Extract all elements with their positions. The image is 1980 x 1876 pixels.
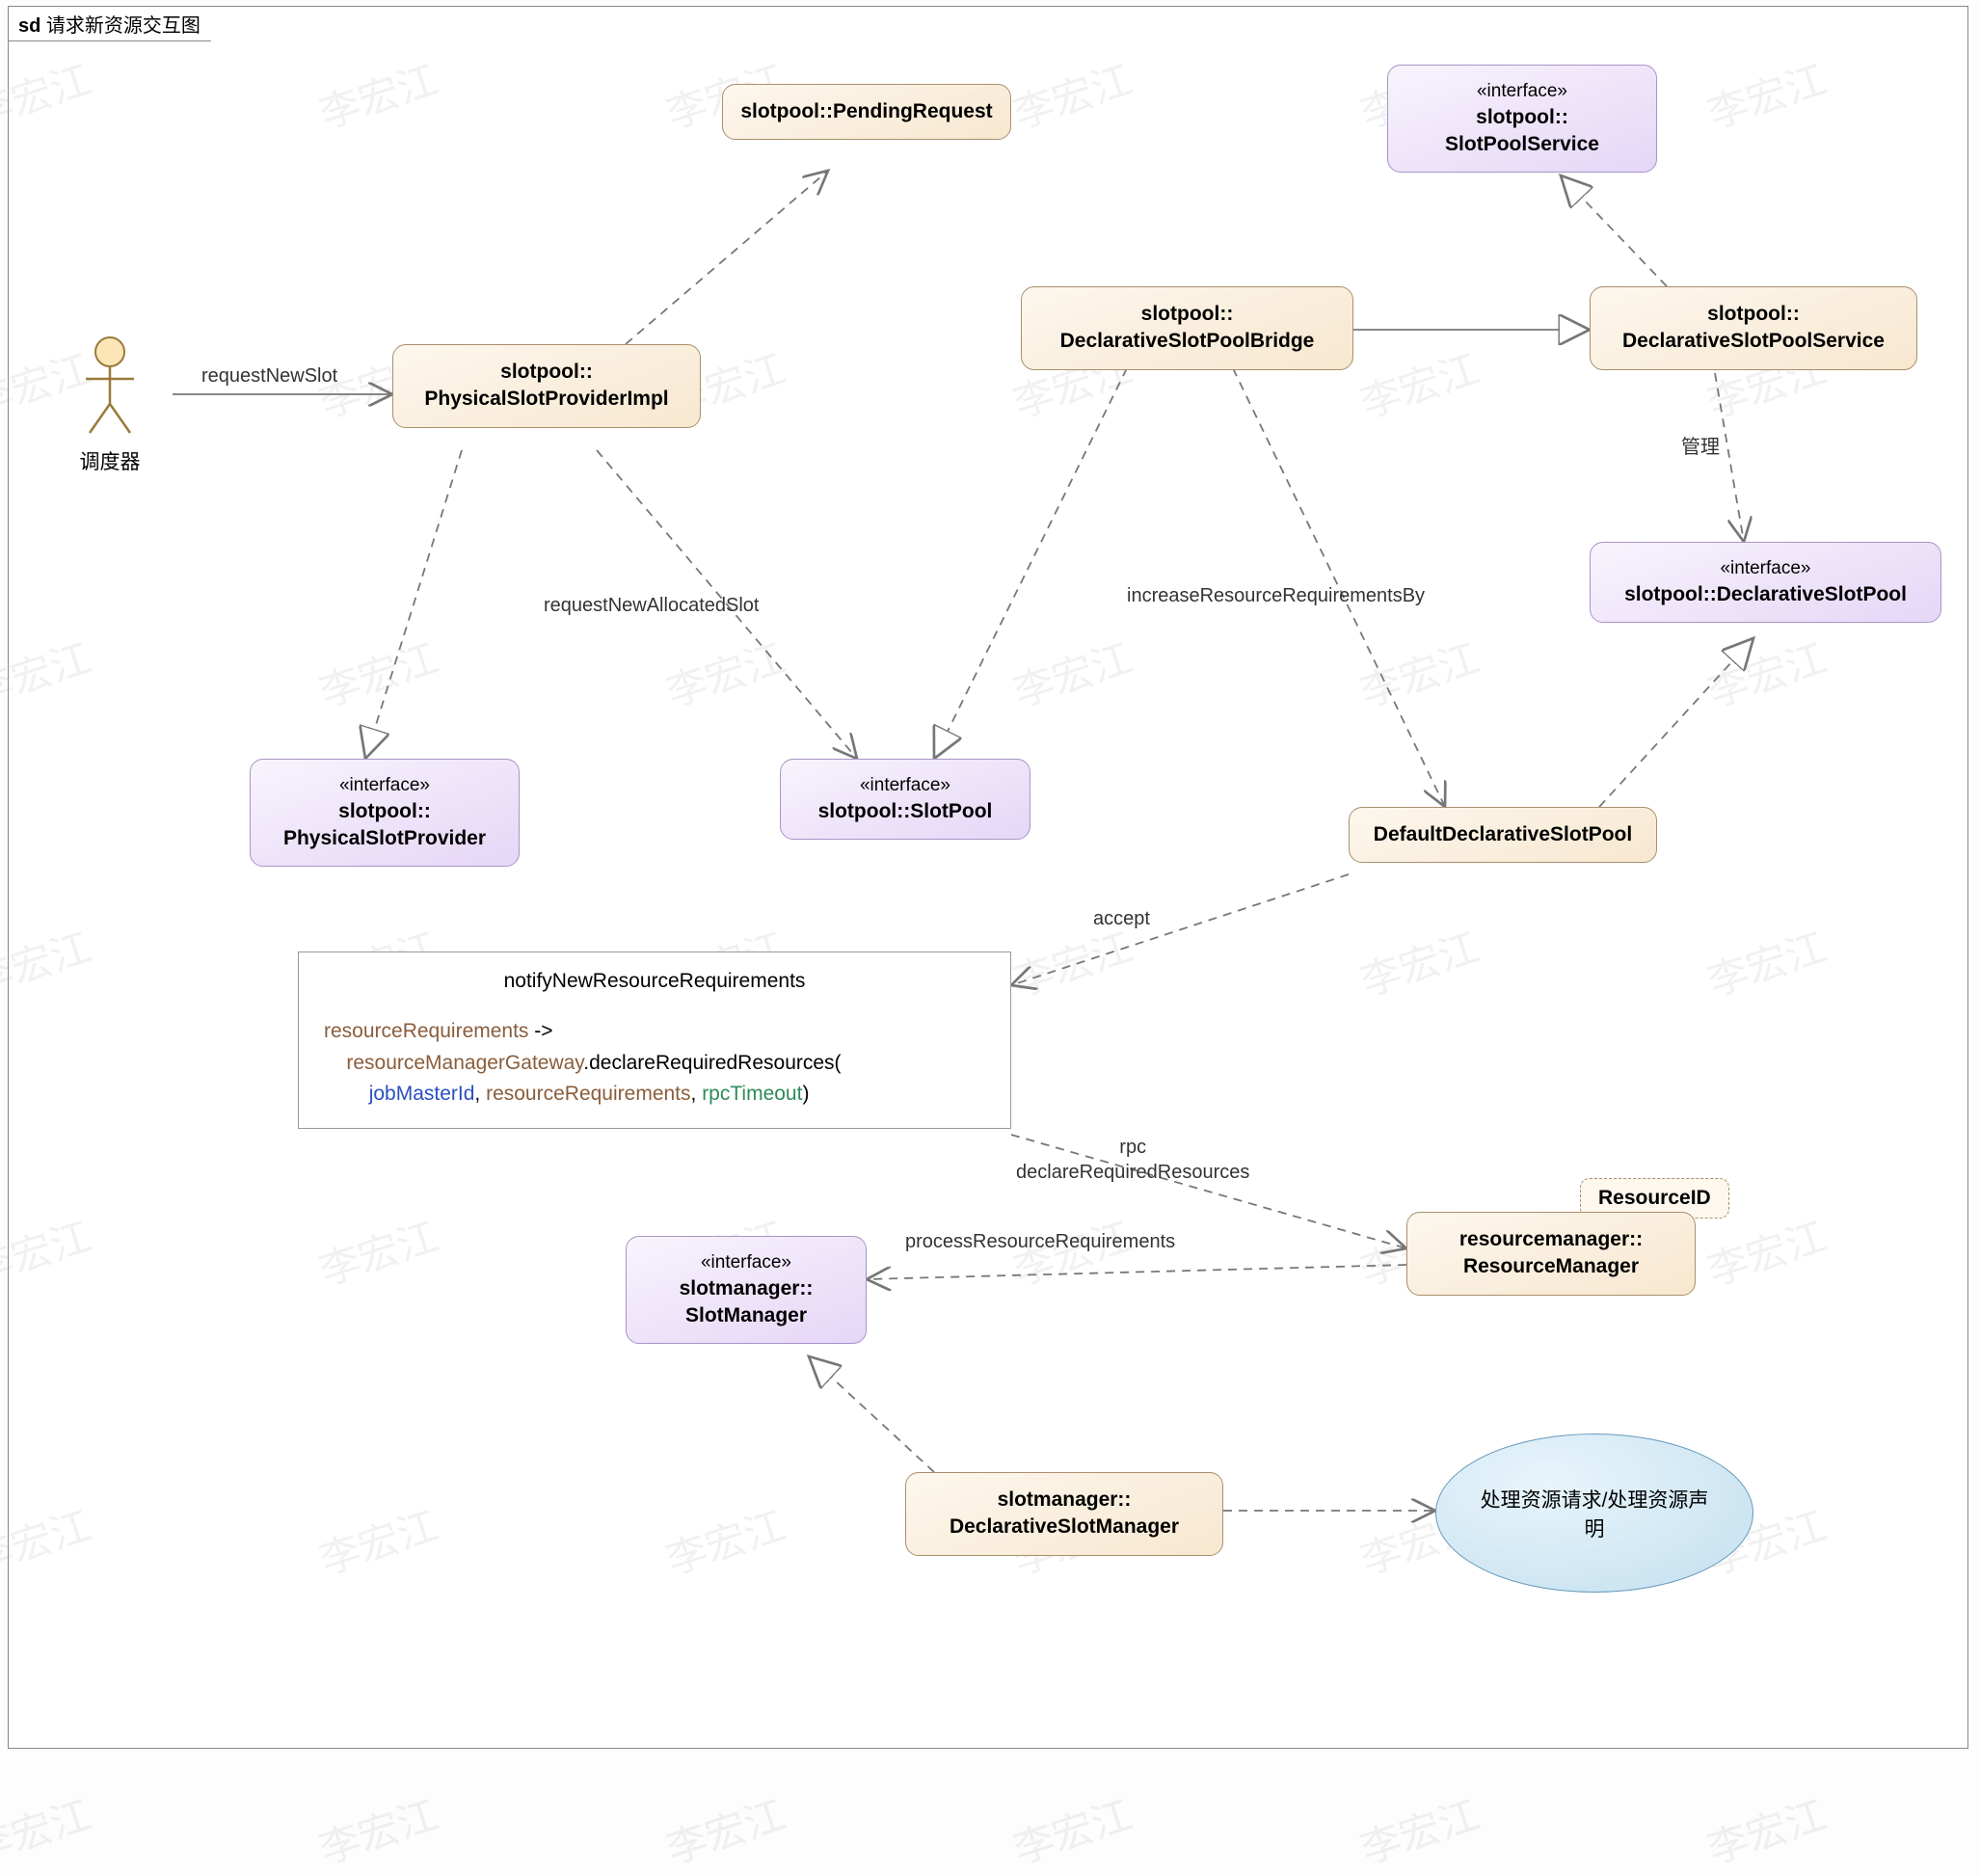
ellipse-process: 处理资源请求/处理资源声明 [1435, 1434, 1753, 1593]
note-title: notifyNewResourceRequirements [324, 970, 985, 993]
label-process-resource-requirements: processResourceRequirements [905, 1231, 1175, 1253]
watermark: 李宏江 [0, 47, 97, 141]
label-increase-resource-requirements: increaseResourceRequirementsBy [1127, 585, 1425, 607]
frame-title: 请求新资源交互图 [46, 15, 201, 37]
watermark: 李宏江 [1005, 47, 1139, 141]
label-rpc: rpc declareRequiredResources [1016, 1135, 1249, 1185]
node-pending-request: slotpool::PendingRequest [722, 84, 1011, 140]
diagram-frame: sd 请求新资源交互图 李宏江李宏江李宏江李宏江李宏江李宏江李宏江李宏江李宏江李… [8, 6, 1968, 1749]
frame-title-tab: sd 请求新资源交互图 [8, 6, 228, 41]
node-stereo: «interface» [1608, 556, 1923, 581]
label-request-new-allocated-slot: requestNewAllocatedSlot [544, 595, 759, 617]
node-slot-manager: «interface» slotmanager::SlotManager [626, 1236, 867, 1344]
node-stereo: «interface» [1405, 79, 1639, 104]
node-name: slotpool::PendingRequest [740, 98, 993, 125]
watermark: 李宏江 [0, 915, 97, 1008]
watermark: 李宏江 [658, 626, 792, 719]
watermark: 李宏江 [658, 1782, 792, 1876]
node-default-declarative-slot-pool: DefaultDeclarativeSlotPool [1349, 807, 1657, 863]
node-name: slotpool::DeclarativeSlotPoolBridge [1039, 301, 1335, 356]
frame-prefix: sd [18, 15, 40, 37]
note-notify: notifyNewResourceRequirements resourceRe… [298, 951, 1011, 1129]
watermark: 李宏江 [0, 1204, 97, 1298]
label-rpc-2: declareRequiredResources [1016, 1160, 1249, 1185]
watermark: 李宏江 [311, 47, 445, 141]
node-name: slotpool::PhysicalSlotProviderImpl [411, 359, 682, 414]
node-name: resourcemanager::ResourceManager [1425, 1226, 1677, 1281]
watermark: 李宏江 [311, 1493, 445, 1587]
node-stereo: «interface» [798, 773, 1012, 798]
watermark: 李宏江 [1352, 626, 1486, 719]
node-name: slotpool::DeclarativeSlotPoolService [1608, 301, 1899, 356]
node-declarative-slot-pool-bridge: slotpool::DeclarativeSlotPoolBridge [1021, 286, 1353, 370]
watermark: 李宏江 [1699, 626, 1833, 719]
actor-label: 调度器 [76, 446, 144, 475]
watermark: 李宏江 [1005, 626, 1139, 719]
watermark: 李宏江 [0, 1493, 97, 1587]
node-slot-pool-service: «interface» slotpool::SlotPoolService [1387, 65, 1657, 173]
node-name: slotpool::PhysicalSlotProvider [268, 798, 501, 853]
node-name: slotpool::DeclarativeSlotPool [1608, 581, 1923, 608]
watermark: 李宏江 [1699, 915, 1833, 1008]
watermark: 李宏江 [1352, 915, 1486, 1008]
label-accept: accept [1093, 908, 1150, 930]
watermark: 李宏江 [311, 1782, 445, 1876]
watermark: 李宏江 [1005, 1782, 1139, 1876]
watermark: 李宏江 [0, 1782, 97, 1876]
watermark: 李宏江 [1352, 336, 1486, 430]
node-slot-pool: «interface» slotpool::SlotPool [780, 759, 1030, 840]
watermark: 李宏江 [1352, 1782, 1486, 1876]
node-name: DefaultDeclarativeSlotPool [1367, 821, 1639, 848]
actor-icon [76, 335, 144, 441]
node-stereo: «interface» [644, 1250, 848, 1275]
watermark: 李宏江 [311, 1204, 445, 1298]
node-declarative-slot-manager: slotmanager::DeclarativeSlotManager [905, 1472, 1223, 1556]
node-name: slotpool::SlotPoolService [1405, 104, 1639, 159]
watermark: 李宏江 [0, 626, 97, 719]
node-name: slotpool::SlotPool [798, 798, 1012, 825]
watermark: 李宏江 [1699, 47, 1833, 141]
node-resource-manager: resourcemanager::ResourceManager [1406, 1212, 1696, 1296]
watermark: 李宏江 [311, 626, 445, 719]
node-name: ResourceID [1598, 1187, 1711, 1209]
ellipse-text: 处理资源请求/处理资源声明 [1481, 1485, 1709, 1542]
actor-scheduler: 调度器 [76, 335, 144, 475]
node-name: slotmanager::SlotManager [644, 1275, 848, 1330]
node-declarative-slot-pool-service: slotpool::DeclarativeSlotPoolService [1590, 286, 1917, 370]
note-code: resourceRequirements -> resourceManagerG… [324, 1016, 985, 1111]
node-name: slotmanager::DeclarativeSlotManager [923, 1487, 1205, 1541]
watermark: 李宏江 [1699, 1782, 1833, 1876]
node-physical-slot-provider-impl: slotpool::PhysicalSlotProviderImpl [392, 344, 701, 428]
node-declarative-slot-pool: «interface» slotpool::DeclarativeSlotPoo… [1590, 542, 1941, 623]
node-stereo: «interface» [268, 773, 501, 798]
watermark: 李宏江 [658, 1493, 792, 1587]
label-manage: 管理 [1681, 431, 1720, 459]
label-rpc-1: rpc [1016, 1135, 1249, 1160]
label-request-new-slot: requestNewSlot [201, 365, 337, 388]
node-physical-slot-provider: «interface» slotpool::PhysicalSlotProvid… [250, 759, 520, 867]
